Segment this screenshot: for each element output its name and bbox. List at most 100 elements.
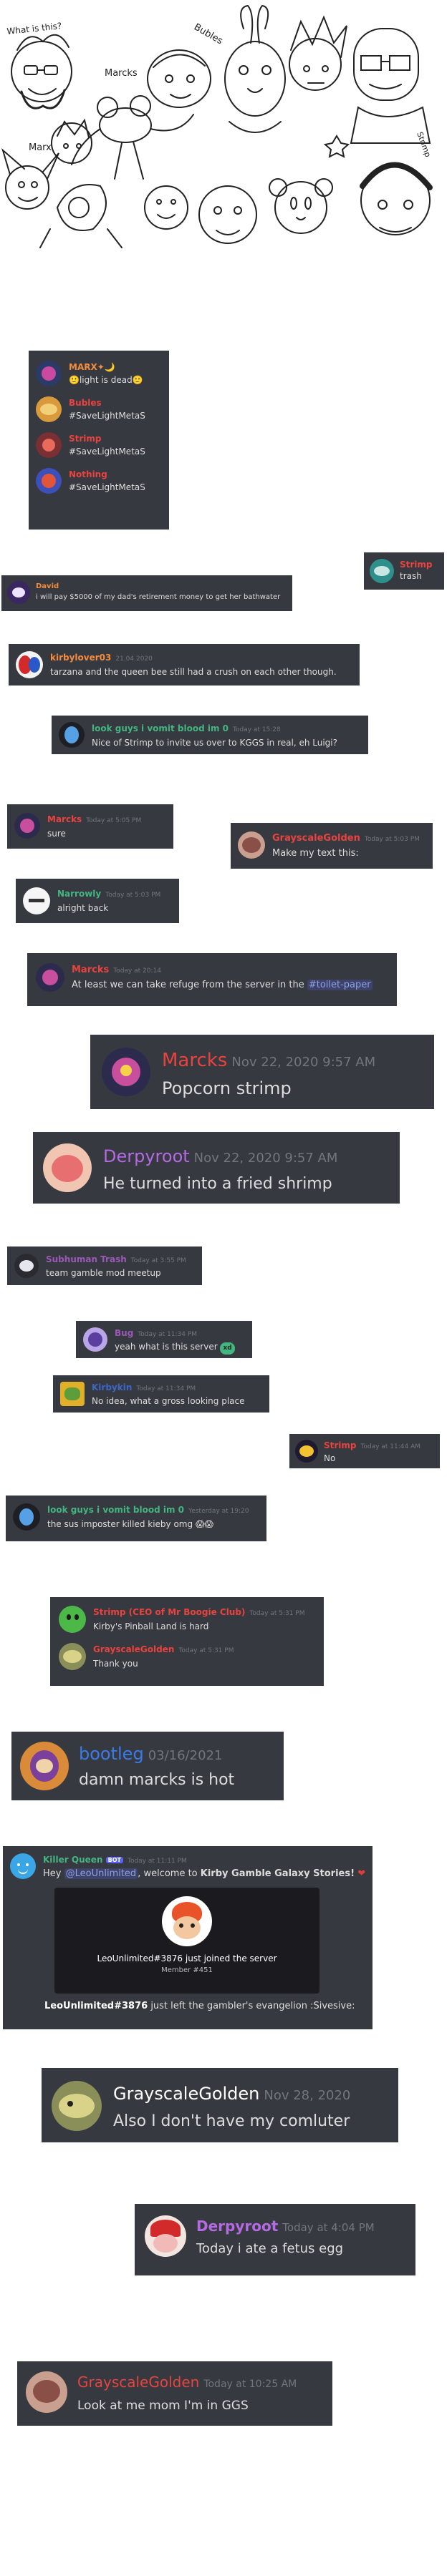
message-text: Make my text this: <box>272 848 359 859</box>
timestamp: Today at 5:03 PM <box>364 836 420 843</box>
avatar <box>13 1503 40 1531</box>
message-text: Hey @LeoUnlimited, welcome to Kirby Gamb… <box>43 1868 366 1879</box>
author-name[interactable]: Strimp (CEO of Mr Boogie Club) Today at 5… <box>93 1606 304 1620</box>
message-kirbylover: kirbylover03 21.04.2020 tarzana and the q… <box>9 644 360 686</box>
author-name[interactable]: Marcks Nov 22, 2020 9:57 AM <box>162 1048 375 1075</box>
avatar <box>23 887 50 914</box>
message-text: He turned into a fried shrimp <box>103 1175 332 1193</box>
xd-emoji-icon: xd <box>220 1342 235 1355</box>
message-text: sure <box>47 829 66 839</box>
member-name: Strimp <box>69 434 102 444</box>
timestamp: Nov 22, 2020 9:57 AM <box>193 1151 338 1166</box>
member-nothing[interactable]: Nothing #SaveLightMetaS <box>36 468 169 494</box>
timestamp: Nov 22, 2020 9:57 AM <box>231 1055 376 1070</box>
author-name[interactable]: Derpyroot Nov 22, 2020 9:57 AM <box>103 1143 337 1171</box>
timestamp: Today at 20:14 <box>113 967 161 975</box>
timestamp: Today at 4:04 PM <box>282 2221 375 2234</box>
author-name[interactable]: Kirbykin Today at 11:34 PM <box>92 1382 244 1395</box>
author-name[interactable]: Narrowly Today at 5:03 PM <box>57 887 160 902</box>
avatar <box>60 1382 85 1406</box>
avatar <box>43 1143 92 1192</box>
author-name[interactable]: Strimp Today at 11:44 AM <box>324 1440 420 1453</box>
message-derpy-egg: Derpyroot Today at 4:04 PM Today i ate a … <box>135 2204 415 2275</box>
channel-link[interactable]: #toilet-paper <box>307 980 372 990</box>
member-strimp[interactable]: Strimp #SaveLightMetaS <box>36 432 169 458</box>
avatar <box>83 1327 107 1352</box>
message-text: Look at me mom I'm in GGS <box>77 2399 249 2413</box>
author-name[interactable]: GrayscaleGolden Nov 28, 2020 <box>113 2081 350 2109</box>
message-text: damn marcks is hot <box>79 1771 235 1789</box>
message-subhuman: Subhuman Trash Today at 3:55 PM team gamb… <box>7 1246 202 1285</box>
sketch-tag-marcks: Marcks <box>105 68 138 79</box>
avatar <box>36 361 62 386</box>
author-name[interactable]: Marcks Today at 20:14 <box>72 963 372 978</box>
message-text: Today i ate a fetus egg <box>196 2241 344 2256</box>
avatar <box>20 1742 69 1790</box>
author-name[interactable]: GrayscaleGolden Today at 5:03 PM <box>272 831 420 847</box>
timestamp: Today at 3:55 PM <box>130 1257 186 1264</box>
heart-emoji-icon: ❤ <box>357 1868 366 1879</box>
member-name: Bubles <box>69 398 102 408</box>
author-name[interactable]: Subhuman Trash Today at 3:55 PM <box>46 1254 186 1267</box>
welcome-card: LeoUnlimited#3876 just joined the server… <box>54 1888 319 1994</box>
timestamp: Today at 11:34 PM <box>138 1331 198 1338</box>
timestamp: Today at 5:31 PM <box>178 1647 234 1654</box>
avatar <box>102 1048 150 1096</box>
author-name[interactable]: Strimp <box>400 559 433 570</box>
member-bubles[interactable]: Bubles #SaveLightMetaS <box>36 396 169 422</box>
message-text: yeah what is this server xd <box>115 1341 235 1355</box>
author-name[interactable]: GrayscaleGolden Today at 10:25 AM <box>77 2371 297 2395</box>
author-name[interactable]: Marcks Today at 5:05 PM <box>47 813 141 827</box>
avatar <box>52 2081 102 2131</box>
member-status: 🙂light is dead🙂 <box>69 375 143 385</box>
message-gg-make: GrayscaleGolden Today at 5:03 PM Make my … <box>231 823 433 869</box>
message-text: Also I don't have my comluter <box>113 2112 350 2130</box>
scream-emoji-icon: 😱😱 <box>195 1519 213 1529</box>
message-text: Nice of Strimp to invite us over to KGGS… <box>92 738 338 748</box>
avatar <box>7 581 30 604</box>
author-name[interactable]: Bug Today at 11:34 PM <box>115 1327 235 1341</box>
avatar <box>238 831 265 859</box>
message-lookguys-2: look guys i vomit blood im 0 Yesterday at… <box>6 1496 266 1541</box>
timestamp: Today at 11:34 PM <box>136 1385 196 1392</box>
left-user[interactable]: LeoUnlimited#3876 <box>44 2001 148 2011</box>
message-text: team gamble mod meetup <box>46 1268 161 1278</box>
member-name: MARX✦🌙 <box>69 362 115 372</box>
author-name[interactable]: kirbylover03 21.04.2020 <box>50 651 337 665</box>
author-name[interactable]: look guys i vomit blood im 0 Yesterday at… <box>47 1503 249 1518</box>
timestamp: Today at 11:11 PM <box>127 1858 187 1865</box>
member-name: Nothing <box>69 469 107 479</box>
avatar <box>295 1440 318 1463</box>
timestamp: Nov 28, 2020 <box>264 2088 351 2103</box>
timestamp: Today at 15:28 <box>233 726 281 733</box>
message-text: Kirby's Pinball Land is hard <box>93 1621 209 1631</box>
message-text: i will pay $5000 of my dad's retirement … <box>36 593 281 601</box>
member-marx[interactable]: MARX✦🌙 🙂light is dead🙂 <box>36 361 169 386</box>
sketch-tag-bubles: Bubles <box>192 21 225 47</box>
message-narrowly: Narrowly Today at 5:03 PM alright back <box>16 879 179 923</box>
avatar <box>36 963 64 992</box>
message-text: Popcorn strimp <box>162 1078 292 1098</box>
author-name[interactable]: Derpyroot Today at 4:04 PM <box>196 2215 375 2238</box>
author-name[interactable]: David <box>36 581 280 592</box>
message-marcks-refuge: Marcks Today at 20:14 At least we can tak… <box>27 953 397 1006</box>
message-group-pinball: Strimp (CEO of Mr Boogie Club) Today at 5… <box>50 1597 324 1686</box>
avatar <box>14 813 40 839</box>
message-text: the sus imposter killed kieby omg 😱😱 <box>47 1519 213 1529</box>
avatar <box>36 432 62 458</box>
message-text: Thank you <box>93 1659 138 1669</box>
welcome-card-line: LeoUnlimited#3876 just joined the server <box>97 1953 277 1963</box>
author-name[interactable]: GrayscaleGolden Today at 5:31 PM <box>93 1643 234 1657</box>
avatar <box>145 2215 186 2257</box>
member-status: #SaveLightMetaS <box>69 482 145 492</box>
message-text: alright back <box>57 903 109 913</box>
avatar <box>14 1254 39 1278</box>
author-name[interactable]: Killer Queen BOT Today at 11:11 PM <box>43 1853 365 1868</box>
author-name[interactable]: look guys i vomit blood im 0 Today at 15:… <box>92 722 337 736</box>
message-marcks-popcorn: Marcks Nov 22, 2020 9:57 AM Popcorn strim… <box>90 1035 434 1109</box>
sketch-tag-strimp: Strimp <box>415 131 433 159</box>
author-name[interactable]: bootleg 03/16/2021 <box>79 1742 234 1768</box>
timestamp: 21.04.2020 <box>115 655 153 663</box>
message-text: At least we can take refuge from the ser… <box>72 980 372 990</box>
user-mention[interactable]: @LeoUnlimited <box>64 1868 138 1879</box>
